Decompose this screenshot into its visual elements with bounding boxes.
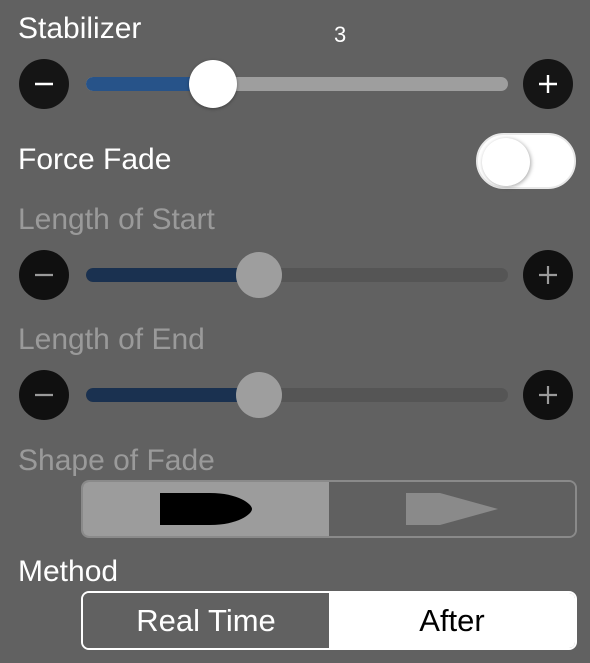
plus-icon	[539, 75, 557, 93]
plus-icon	[539, 386, 557, 404]
length-of-end-label: Length of End	[18, 323, 205, 356]
length-of-end-decrease-button[interactable]	[19, 370, 69, 420]
length-of-start-increase-button[interactable]	[523, 250, 573, 300]
stabilizer-slider-thumb[interactable]	[188, 60, 237, 108]
method-option-real-time[interactable]: Real Time	[83, 593, 329, 648]
length-of-start-slider-track	[86, 268, 508, 282]
shape-option-rounded[interactable]	[83, 482, 329, 536]
stabilizer-slider[interactable]	[86, 77, 508, 91]
plus-icon	[539, 266, 557, 284]
shape-of-fade-label: Shape of Fade	[18, 444, 215, 477]
length-of-end-slider-track	[86, 388, 508, 402]
stabilizer-slider-track	[86, 77, 508, 91]
shape-option-pointed[interactable]	[329, 482, 575, 536]
stabilizer-increase-button[interactable]	[523, 59, 573, 109]
length-of-end-increase-button[interactable]	[523, 370, 573, 420]
stabilizer-label: Stabilizer	[18, 12, 142, 45]
length-of-start-label: Length of Start	[18, 203, 215, 236]
minus-icon	[35, 82, 53, 86]
method-selector: Real Time After	[81, 591, 577, 650]
force-fade-toggle[interactable]	[476, 133, 576, 189]
length-of-start-decrease-button[interactable]	[19, 250, 69, 300]
minus-icon	[35, 393, 53, 397]
length-of-end-slider[interactable]	[86, 388, 508, 402]
method-option-after[interactable]: After	[329, 593, 575, 648]
stabilizer-value: 3	[334, 22, 347, 47]
stabilizer-decrease-button[interactable]	[19, 59, 69, 109]
minus-icon	[35, 273, 53, 277]
shape-of-fade-selector	[81, 480, 577, 538]
force-fade-label: Force Fade	[18, 143, 172, 176]
length-of-start-slider-fill	[86, 268, 260, 282]
force-fade-toggle-knob	[482, 138, 530, 186]
method-label: Method	[18, 555, 119, 588]
length-of-end-slider-thumb[interactable]	[236, 372, 283, 418]
length-of-start-slider[interactable]	[86, 268, 508, 282]
rounded-tip-shape-icon	[160, 493, 252, 525]
length-of-start-slider-thumb[interactable]	[236, 252, 283, 298]
pointed-tip-shape-icon	[406, 493, 498, 525]
length-of-end-slider-fill	[86, 388, 260, 402]
